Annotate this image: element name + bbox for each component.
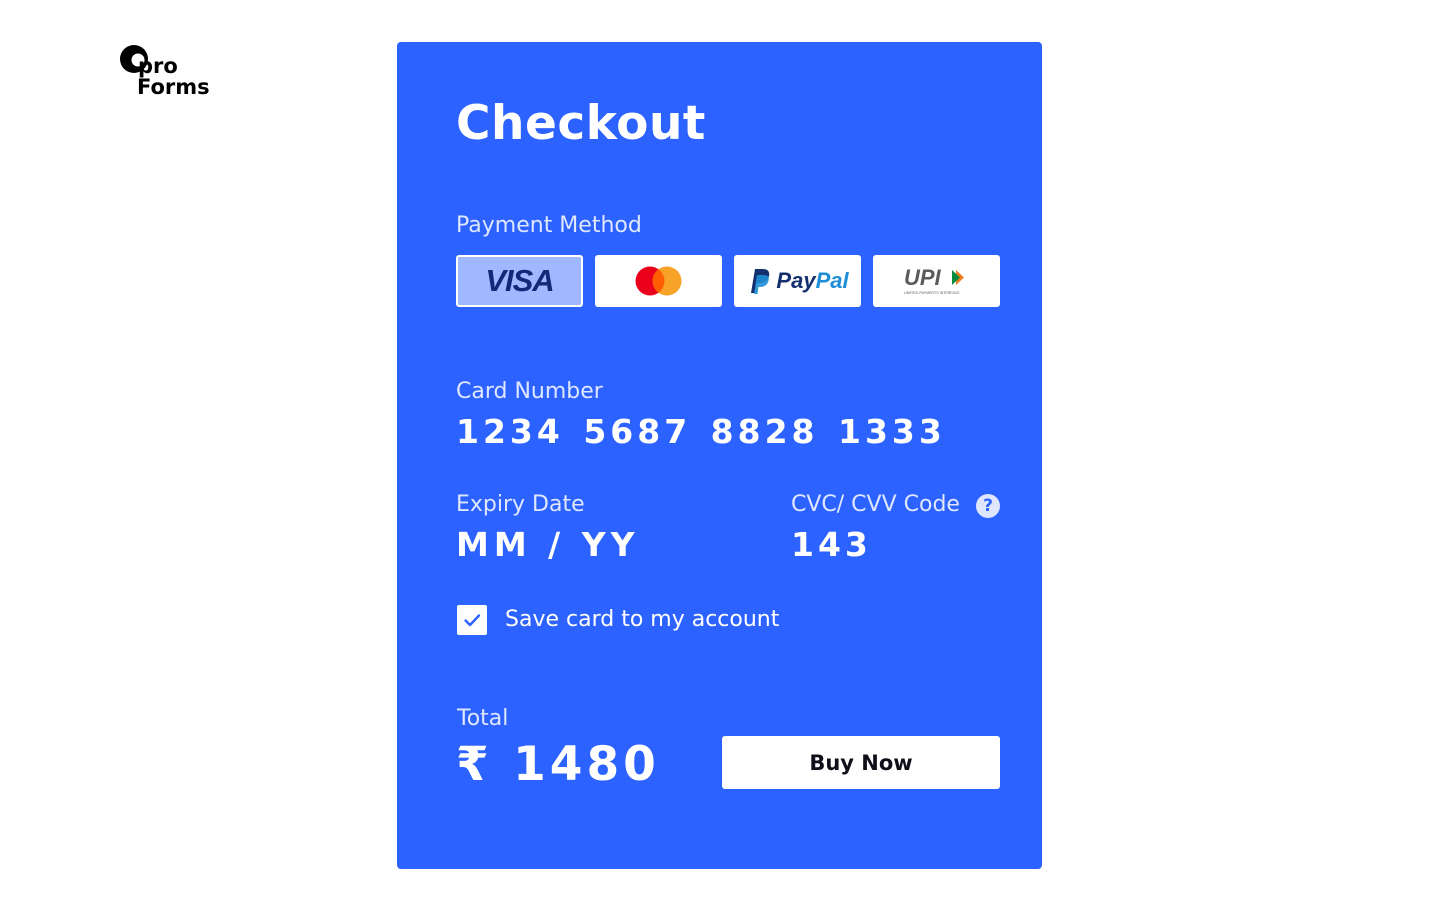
payment-method-paypal[interactable]: PayPal — [734, 255, 861, 307]
help-icon[interactable]: ? — [976, 494, 1000, 518]
payment-method-visa[interactable]: VISA — [456, 255, 583, 307]
total-label: Total — [457, 706, 509, 731]
payment-method-mastercard[interactable] — [595, 255, 722, 307]
expiry-date-input[interactable]: MM / YY — [456, 523, 640, 567]
upi-subtext: UNIFIED PAYMENTS INTERFACE — [904, 291, 960, 295]
paypal-wordmark: PayPal — [776, 268, 848, 294]
card-number-input[interactable]: 1234 5687 8828 1333 — [456, 410, 946, 454]
cvc-label: CVC/ CVV Code — [791, 492, 960, 517]
upi-logo: UPI UNIFIED PAYMENTS INTERFACE — [904, 265, 964, 295]
buy-now-button[interactable]: Buy Now — [722, 736, 1000, 789]
visa-logo: VISA — [485, 263, 554, 298]
save-card-checkbox[interactable] — [457, 605, 487, 635]
expiry-date-label: Expiry Date — [456, 492, 585, 517]
payment-method-list: VISA PayPal UPI UNIFIED PAYMENTS INTERFA… — [456, 255, 1000, 307]
payment-method-upi[interactable]: UPI UNIFIED PAYMENTS INTERFACE — [873, 255, 1000, 307]
page-title: Checkout — [456, 96, 706, 151]
cvc-input[interactable]: 143 — [791, 523, 872, 567]
proforms-logo: pro Forms — [117, 40, 227, 100]
card-number-label: Card Number — [456, 379, 603, 404]
paypal-pay: Pay — [776, 268, 816, 293]
upi-text: UPI — [904, 265, 942, 290]
checkout-card: Checkout Payment Method VISA PayPal UPI — [397, 42, 1042, 869]
paypal-icon — [751, 269, 770, 294]
checkmark-icon — [464, 614, 481, 627]
mastercard-icon — [635, 266, 681, 296]
payment-method-label: Payment Method — [456, 213, 642, 238]
save-card-label: Save card to my account — [505, 607, 780, 632]
paypal-pal: Pal — [815, 268, 849, 293]
logo-line2: Forms — [137, 75, 210, 99]
total-amount: ₹ 1480 — [456, 737, 660, 792]
